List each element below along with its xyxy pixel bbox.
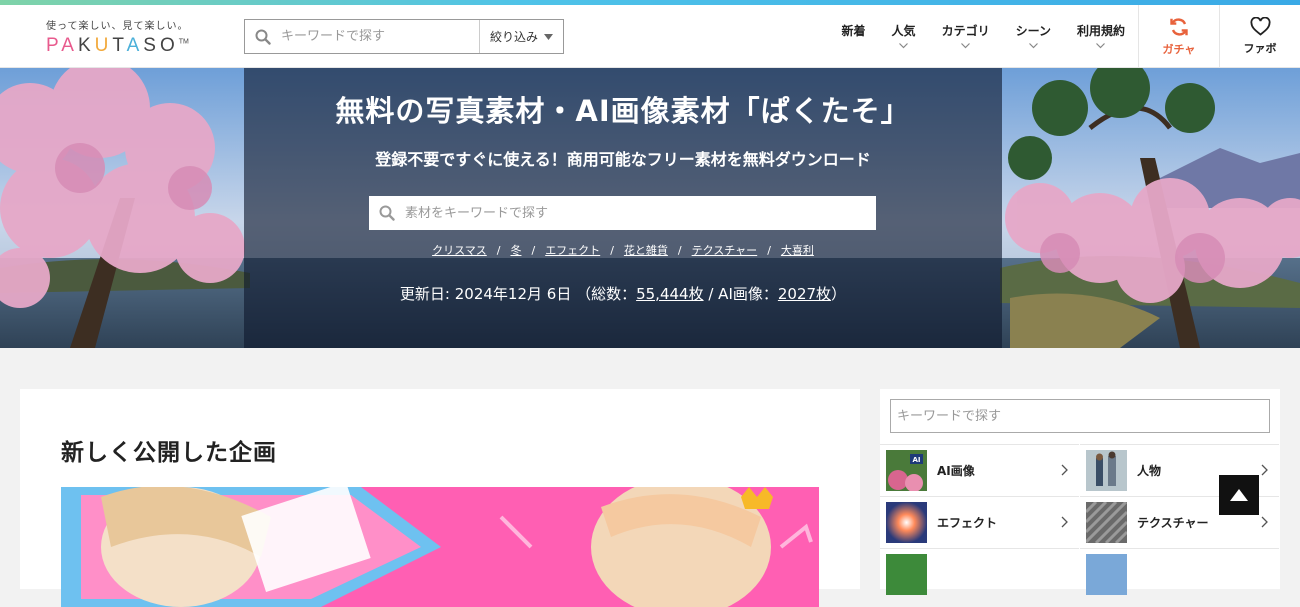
- category-label: エフェクト: [937, 515, 998, 530]
- favorites-label: ファボ: [1243, 42, 1277, 55]
- tag-link[interactable]: エフェクト: [545, 244, 600, 257]
- logo-wordmark: PAKUTASOTM: [46, 35, 189, 56]
- site-header: 使って楽しい、見て楽しい。 PAKUTASOTM 絞り込み 新着 人気 カテゴリ…: [0, 5, 1300, 68]
- hero-banner: 無料の写真素材・AI画像素材「ぱくたそ」 登録不要ですぐに使える！商用可能なフリ…: [0, 68, 1300, 348]
- chevron-right-icon: [1261, 461, 1279, 480]
- nav-scene-label: シーン: [1015, 23, 1051, 38]
- header-search-input[interactable]: [281, 29, 479, 44]
- nav-terms[interactable]: 利用規約: [1064, 5, 1138, 68]
- gacha-label: ガチャ: [1162, 42, 1196, 56]
- search-icon: [245, 29, 281, 45]
- arrow-up-icon: [1230, 489, 1248, 501]
- site-logo[interactable]: 使って楽しい、見て楽しい。 PAKUTASOTM: [46, 17, 201, 57]
- category-thumbnail: [1086, 449, 1127, 491]
- ai-count-link[interactable]: 2027枚: [778, 285, 831, 303]
- filter-label: 絞り込み: [489, 30, 538, 44]
- gacha-button[interactable]: ガチャ: [1138, 5, 1219, 68]
- nav-category[interactable]: カテゴリ: [929, 5, 1003, 68]
- tag-link[interactable]: 冬: [510, 244, 521, 257]
- nav-new[interactable]: 新着: [829, 5, 879, 68]
- nav-category-label: カテゴリ: [941, 23, 990, 38]
- feature-banner-image: [61, 487, 819, 607]
- logo-tagline: 使って楽しい、見て楽しい。: [46, 21, 189, 32]
- category-next-row[interactable]: [1080, 548, 1279, 599]
- hero-overlay: 無料の写真素材・AI画像素材「ぱくたそ」 登録不要ですぐに使える！商用可能なフリ…: [244, 68, 1002, 348]
- update-info: 更新日: 2024年12月 6日 （総数：55,444枚 / AI画像：2027…: [399, 285, 847, 303]
- tag-link[interactable]: クリスマス: [432, 244, 487, 257]
- main-nav: 新着 人気 カテゴリ シーン 利用規約 ガチャ ファボ: [829, 5, 1300, 68]
- feature-banner[interactable]: [61, 487, 819, 607]
- nav-new-label: 新着: [841, 23, 866, 38]
- nav-scene[interactable]: シーン: [1003, 5, 1064, 68]
- category-label: テクスチャー: [1137, 515, 1209, 530]
- nav-popular[interactable]: 人気: [879, 5, 929, 68]
- chevron-down-icon: [1096, 42, 1106, 52]
- total-count-link[interactable]: 55,444枚: [636, 285, 704, 303]
- nav-popular-label: 人気: [891, 23, 916, 38]
- favorites-button[interactable]: ファボ: [1219, 5, 1300, 68]
- hero-search: [369, 196, 876, 230]
- hero-title: 無料の写真素材・AI画像素材「ぱくたそ」: [335, 94, 911, 128]
- chevron-right-icon: [1061, 461, 1079, 480]
- tag-link[interactable]: テクスチャー: [692, 244, 758, 257]
- svg-text:AI: AI: [912, 456, 920, 464]
- category-next-row[interactable]: [880, 548, 1079, 599]
- category-effect[interactable]: エフェクト: [880, 496, 1079, 547]
- tag-link[interactable]: 大喜利: [781, 244, 814, 257]
- category-label: AI画像: [937, 463, 975, 478]
- chevron-down-icon: [899, 42, 908, 52]
- main-content: 新しく公開した企画: [20, 389, 860, 607]
- chevron-right-icon: [1061, 513, 1079, 532]
- header-search: 絞り込み: [244, 19, 564, 54]
- sidebar-search-input[interactable]: [890, 399, 1270, 433]
- category-thumbnail: [1086, 501, 1127, 543]
- chevron-down-icon: [961, 42, 970, 52]
- back-to-top-button[interactable]: [1219, 475, 1259, 515]
- category-ai[interactable]: AI AI画像: [880, 444, 1079, 495]
- hero-search-input[interactable]: [405, 205, 876, 221]
- caret-down-icon: [544, 33, 553, 40]
- popular-tags: クリスマス / 冬 / エフェクト / 花と雑貨 / テクスチャー / 大喜利: [432, 244, 814, 257]
- refresh-icon: [1170, 17, 1188, 36]
- section-title: 新しく公開した企画: [61, 440, 277, 466]
- chevron-down-icon: [1028, 42, 1038, 52]
- chevron-right-icon: [1261, 513, 1279, 532]
- filter-dropdown[interactable]: 絞り込み: [478, 20, 563, 53]
- tag-link[interactable]: 花と雑貨: [624, 244, 668, 257]
- search-icon: [369, 205, 405, 221]
- category-thumbnail: [886, 501, 927, 543]
- heart-icon: [1249, 17, 1271, 36]
- category-thumbnail: AI: [886, 449, 927, 491]
- nav-terms-label: 利用規約: [1076, 23, 1125, 38]
- hero-subtitle: 登録不要ですぐに使える！商用可能なフリー素材を無料ダウンロード: [375, 150, 871, 169]
